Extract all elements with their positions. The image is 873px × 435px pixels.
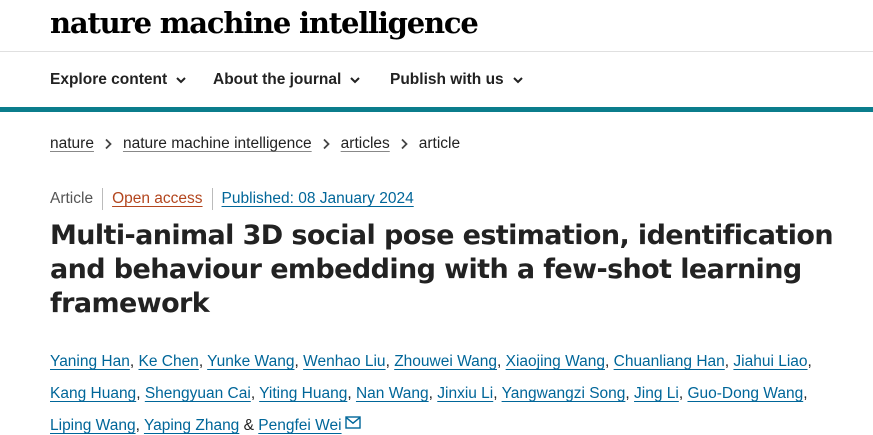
author-separator: , — [497, 353, 506, 370]
author-link[interactable]: Zhouwei Wang — [394, 353, 497, 370]
author-separator: , — [807, 353, 812, 370]
author-link[interactable]: Yunke Wang — [207, 353, 294, 370]
meta-divider — [211, 188, 213, 210]
author-link[interactable]: Xiaojing Wang — [506, 353, 605, 370]
author-link[interactable]: Shengyuan Cai — [145, 385, 251, 402]
chevron-right-icon — [323, 138, 330, 150]
author-link[interactable]: Yaning Han — [50, 353, 130, 370]
author-separator: , — [493, 385, 502, 402]
author-separator: , — [428, 385, 438, 402]
nav-explore-content[interactable]: Explore content — [50, 70, 187, 90]
author-link[interactable]: Liping Wang — [50, 417, 136, 434]
breadcrumb-link-articles[interactable]: articles — [341, 134, 390, 154]
chevron-down-icon — [512, 77, 523, 84]
chevron-right-icon — [401, 138, 408, 150]
article-title: Multi-animal 3D social pose estimation, … — [50, 220, 834, 319]
meta-divider — [102, 188, 104, 210]
chevron-down-icon — [350, 77, 361, 84]
author-link[interactable]: Guo-Dong Wang — [687, 385, 803, 402]
breadcrumb: nature nature machine intelligence artic… — [50, 134, 460, 154]
open-access-link[interactable]: Open access — [112, 188, 202, 210]
author-link[interactable]: Jiahui Liao — [733, 353, 807, 370]
journal-logo[interactable]: nature machine intelligence — [50, 4, 479, 42]
author-separator: , — [385, 353, 395, 370]
author-separator: , — [135, 417, 144, 434]
author-link[interactable]: Jing Li — [634, 385, 679, 402]
breadcrumb-link-journal[interactable]: nature machine intelligence — [123, 134, 312, 154]
author-list: Yaning Han, Ke Chen, Yunke Wang, Wenhao … — [50, 346, 830, 435]
author-separator: , — [136, 385, 145, 402]
author-link[interactable]: Chuanliang Han — [614, 353, 725, 370]
author-separator: , — [294, 353, 304, 370]
chevron-down-icon — [176, 77, 186, 84]
mail-icon[interactable] — [344, 416, 361, 429]
author-link[interactable]: Jinxiu Li — [437, 385, 493, 402]
nav-accent-bar — [0, 107, 873, 112]
author-link[interactable]: Yiting Huang — [259, 385, 347, 402]
author-separator-final: & — [239, 417, 259, 434]
breadcrumb-link-nature[interactable]: nature — [50, 134, 94, 154]
article-meta: Article Open access Published: 08 Januar… — [50, 188, 414, 210]
author-link[interactable]: Ke Chen — [138, 353, 198, 370]
article-type: Article — [50, 190, 94, 207]
nav-label: About the journal — [213, 71, 342, 88]
author-link[interactable]: Wenhao Liu — [303, 353, 385, 370]
author-separator: , — [250, 385, 260, 402]
nav-publish-with-us[interactable]: Publish with us — [390, 70, 524, 90]
author-separator: , — [605, 353, 614, 370]
author-link[interactable]: Kang Huang — [50, 385, 136, 402]
author-link[interactable]: Nan Wang — [356, 385, 429, 402]
author-link[interactable]: Yaping Zhang — [144, 417, 239, 434]
author-separator: , — [803, 385, 808, 402]
nav-about-the-journal[interactable]: About the journal — [213, 70, 361, 90]
breadcrumb-current: article — [418, 135, 461, 152]
main-nav: Explore content About the journal Publis… — [0, 52, 873, 108]
author-separator: , — [198, 353, 208, 370]
chevron-right-icon — [105, 138, 112, 150]
nav-label: Publish with us — [390, 71, 504, 88]
author-link[interactable]: Pengfei Wei — [258, 417, 341, 434]
nav-label: Explore content — [50, 71, 168, 88]
masthead: nature machine intelligence — [0, 0, 873, 52]
author-separator: , — [347, 385, 356, 402]
author-link[interactable]: Yangwangzi Song — [502, 385, 626, 402]
author-separator: , — [625, 385, 635, 402]
published-date-link[interactable]: Published: 08 January 2024 — [222, 188, 414, 210]
